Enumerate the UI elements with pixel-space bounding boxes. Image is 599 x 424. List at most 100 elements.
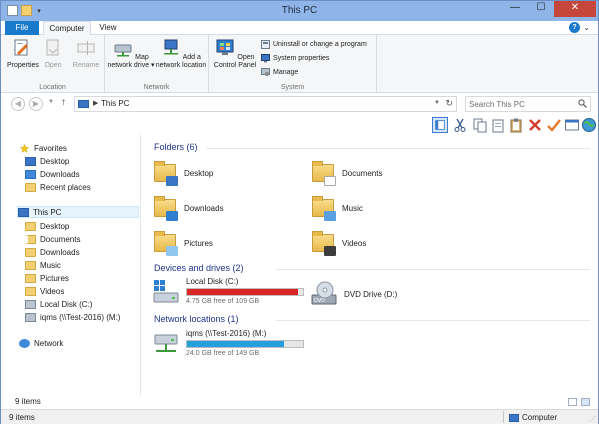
nav-this-pc-label: This PC: [33, 207, 62, 217]
up-button[interactable]: ↑: [61, 97, 66, 108]
address-bar[interactable]: ▶ This PC ▼ ↻: [74, 96, 457, 112]
folder-desktop-label: Desktop: [184, 168, 214, 178]
system-properties-button[interactable]: System properties: [261, 54, 329, 63]
nav-pc-videos[interactable]: Videos: [25, 285, 64, 297]
music-folder-icon: [25, 260, 36, 270]
videos-folder-icon: [25, 286, 36, 296]
open-button[interactable]: Open: [41, 39, 65, 70]
network-drive-icon: [25, 312, 36, 322]
svg-text:DVD: DVD: [314, 298, 325, 304]
status-separator: [503, 411, 504, 423]
nav-pc-local-disk[interactable]: Local Disk (C:): [25, 298, 92, 310]
title-bar[interactable]: ▾ This PC — ☐ ✕: [1, 1, 598, 21]
network-icon: [19, 338, 30, 348]
local-disk-c[interactable]: Local Disk (C:) 4.75 GB free of 109 GB: [152, 277, 304, 305]
desktop-folder-icon: [152, 160, 178, 186]
refresh-icon[interactable]: ↻: [445, 98, 453, 109]
system-properties-icon: [261, 54, 270, 63]
this-pc-icon: [78, 100, 89, 108]
paste-icon[interactable]: [490, 117, 506, 133]
nav-pc-desktop-label: Desktop: [40, 221, 70, 231]
clipboard-icon[interactable]: [508, 117, 524, 133]
nav-pc-pictures[interactable]: Pictures: [25, 272, 69, 284]
nav-pc-network-drive-label: iqms (\\Test-2016) (M:): [40, 312, 121, 322]
resize-grip-icon[interactable]: ⋰: [589, 415, 596, 423]
manage-label: Manage: [273, 69, 299, 76]
nav-pc-music[interactable]: Music: [25, 259, 61, 271]
folders-divider: [206, 148, 590, 149]
nav-pc-downloads[interactable]: Downloads: [25, 246, 80, 258]
uninstall-program-button[interactable]: Uninstall or change a program: [261, 40, 367, 49]
desktop-icon: [25, 156, 36, 166]
window-icon[interactable]: [564, 117, 580, 133]
network-locations-divider: [276, 320, 590, 321]
properties-button[interactable]: Properties: [7, 39, 39, 70]
folders-group-header[interactable]: Folders (6): [154, 142, 198, 154]
nav-network[interactable]: Network: [19, 337, 63, 349]
nav-pc-documents[interactable]: Documents: [25, 233, 80, 245]
close-button[interactable]: ✕: [554, 1, 596, 17]
forward-button[interactable]: ▶: [29, 97, 43, 111]
open-control-panel-button[interactable]: Open Control Panel: [211, 39, 259, 70]
tab-file[interactable]: File: [5, 21, 39, 35]
manage-icon: [261, 68, 270, 77]
videos-folder-icon: [310, 230, 336, 256]
downloads-folder-icon: [152, 195, 178, 221]
search-box[interactable]: [465, 96, 591, 112]
this-pc-icon: [18, 207, 29, 217]
details-view-icon[interactable]: [568, 398, 577, 406]
help-icon[interactable]: ?: [569, 22, 580, 33]
delete-icon[interactable]: [527, 117, 543, 133]
folder-music[interactable]: Music: [310, 192, 363, 224]
breadcrumb-separator[interactable]: ▶: [93, 99, 98, 107]
tab-computer[interactable]: Computer: [43, 21, 91, 36]
folder-videos[interactable]: Videos: [310, 227, 366, 259]
nav-pc-pictures-label: Pictures: [40, 273, 69, 283]
nav-favorites[interactable]: Favorites: [19, 142, 67, 154]
maximize-button[interactable]: ☐: [528, 1, 554, 17]
devices-group-header[interactable]: Devices and drives (2): [154, 263, 244, 275]
network-drive-m[interactable]: iqms (\\Test-2016) (M:) 24.0 GB free of …: [152, 329, 304, 357]
rename-button[interactable]: Rename: [71, 39, 101, 70]
folder-documents[interactable]: Documents: [310, 157, 382, 189]
add-network-location-button[interactable]: Add a network location: [155, 39, 207, 70]
nav-fav-desktop[interactable]: Desktop: [25, 155, 69, 167]
breadcrumb-this-pc[interactable]: This PC: [101, 99, 129, 108]
minimize-button[interactable]: —: [502, 1, 528, 17]
network-locations-group-header[interactable]: Network locations (1): [154, 314, 239, 326]
globe-icon[interactable]: [581, 117, 597, 133]
content-pane: Folders (6) Desktop Documents Downloads …: [142, 135, 598, 395]
back-button[interactable]: ◀: [11, 97, 25, 111]
copy-icon[interactable]: [472, 117, 488, 133]
network-group: Map network drive ▾ Add a network locati…: [105, 35, 209, 93]
network-drive-info: iqms (\\Test-2016) (M:) 24.0 GB free of …: [186, 329, 304, 357]
cut-icon[interactable]: [452, 117, 468, 133]
folder-downloads[interactable]: Downloads: [152, 192, 224, 224]
map-network-drive-button[interactable]: Map network drive ▾: [107, 39, 155, 70]
large-icons-view-icon[interactable]: [581, 398, 590, 406]
layout-icon[interactable]: [432, 117, 448, 133]
item-count: 9 items: [15, 397, 41, 406]
nav-pc-desktop[interactable]: Desktop: [25, 220, 69, 232]
search-input[interactable]: [466, 97, 574, 111]
system-properties-label: System properties: [273, 55, 330, 62]
nav-this-pc[interactable]: This PC: [17, 206, 139, 218]
dvd-drive-name: DVD Drive (D:): [344, 289, 398, 299]
recent-locations-dropdown[interactable]: ▼: [48, 99, 54, 105]
local-disk-icon: [153, 280, 179, 303]
manage-button[interactable]: Manage: [261, 68, 298, 77]
nav-pc-music-label: Music: [40, 260, 61, 270]
nav-fav-downloads[interactable]: Downloads: [25, 168, 80, 180]
folder-pictures[interactable]: Pictures: [152, 227, 213, 259]
dvd-drive-d[interactable]: DVD DVD Drive (D:): [310, 280, 397, 308]
nav-pc-network-drive[interactable]: iqms (\\Test-2016) (M:): [25, 311, 120, 323]
nav-fav-recent-places[interactable]: Recent places: [25, 181, 91, 193]
star-icon: [19, 143, 30, 153]
tab-view[interactable]: View: [93, 21, 123, 35]
ribbon-expand-icon[interactable]: ⌄: [583, 23, 590, 32]
search-icon[interactable]: [578, 99, 587, 108]
address-dropdown-icon[interactable]: ▼: [434, 100, 440, 106]
folder-desktop[interactable]: Desktop: [152, 157, 213, 189]
network-drive-name: iqms (\\Test-2016) (M:): [186, 329, 267, 338]
check-icon[interactable]: [546, 117, 562, 133]
